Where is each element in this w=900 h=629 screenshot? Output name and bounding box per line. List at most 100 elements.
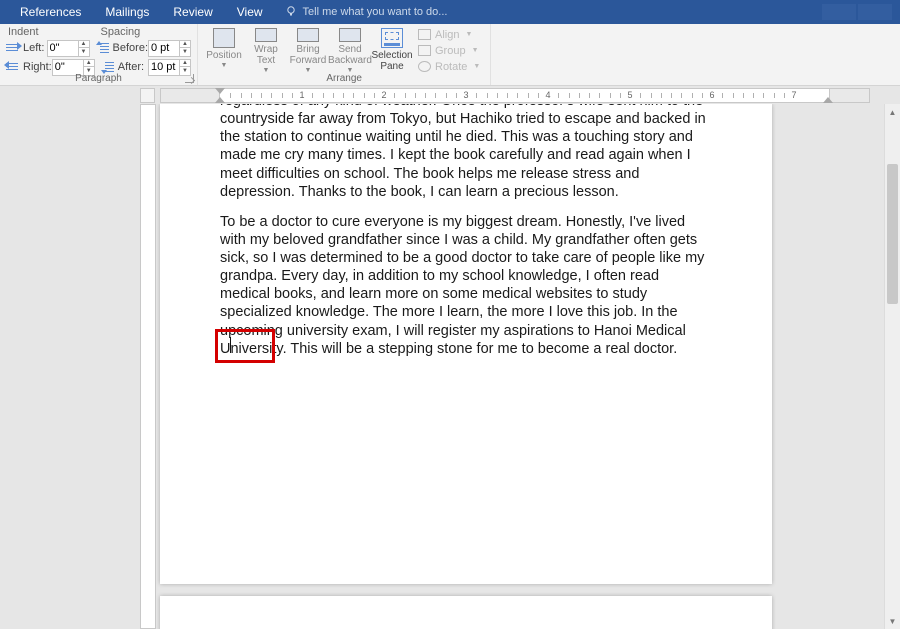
ruler-number: 5 <box>627 90 632 100</box>
ruler-left-margin[interactable] <box>161 89 220 102</box>
chevron-down-icon: ▼ <box>465 31 472 38</box>
tab-selector[interactable] <box>140 88 155 103</box>
vertical-ruler[interactable] <box>140 104 156 629</box>
hanging-indent-marker[interactable] <box>215 97 225 103</box>
ruler-tick <box>435 93 436 98</box>
ruler-tick <box>241 93 242 98</box>
indent-right-label: Right: <box>23 61 52 73</box>
scroll-up-arrow-icon[interactable]: ▲ <box>885 104 900 120</box>
ruler-number: 4 <box>545 90 550 100</box>
ruler-tick <box>251 93 252 98</box>
position-button[interactable]: Position ▼ <box>204 26 244 74</box>
scroll-down-arrow-icon[interactable]: ▼ <box>885 613 900 629</box>
tell-me-search[interactable]: Tell me what you want to do... <box>285 5 448 20</box>
ruler-number: 3 <box>463 90 468 100</box>
document-area: regardless of any kind of weather. Once … <box>0 104 900 629</box>
ruler-tick <box>599 93 600 98</box>
spacing-after-icon <box>101 61 115 73</box>
send-backward-icon <box>339 28 361 42</box>
ruler-tick <box>476 93 477 98</box>
bring-forward-icon <box>297 28 319 42</box>
scrollbar-thumb[interactable] <box>887 164 898 304</box>
indent-left-input[interactable]: ▲▼ <box>47 40 90 57</box>
indent-header: Indent <box>6 26 99 38</box>
body-paragraph[interactable]: To be a doctor to cure everyone is my bi… <box>220 213 712 358</box>
selection-pane-button[interactable]: Selection Pane <box>372 26 412 74</box>
ruler-tick <box>784 93 785 98</box>
chevron-down-icon: ▼ <box>473 63 480 70</box>
spacing-before-value[interactable] <box>149 42 179 54</box>
horizontal-ruler-area: 1234567 <box>0 86 900 104</box>
ruler-tick <box>353 93 354 98</box>
group-arrange-label: Arrange <box>198 73 490 84</box>
ruler-tick <box>661 93 662 98</box>
tab-view[interactable]: View <box>225 0 275 24</box>
ruler-number: 1 <box>299 90 304 100</box>
ruler-tick <box>282 93 283 98</box>
menu-bar: References Mailings Review View Tell me … <box>0 0 900 24</box>
group-objects-button[interactable]: Group ▼ <box>414 43 484 58</box>
spacing-after-value[interactable] <box>149 61 179 73</box>
ruler-tick <box>415 93 416 98</box>
ruler-number: 2 <box>381 90 386 100</box>
bring-forward-button[interactable]: Bring Forward ▼ <box>288 26 328 74</box>
document-page[interactable]: regardless of any kind of weather. Once … <box>160 104 772 584</box>
text-cursor <box>230 337 231 353</box>
indent-right-icon <box>6 61 20 73</box>
ruler-tick <box>333 93 334 98</box>
ruler-tick <box>497 93 498 98</box>
spinner-up-icon[interactable]: ▲ <box>84 60 94 68</box>
ruler-right-margin[interactable] <box>829 89 869 102</box>
ruler-tick <box>271 93 272 98</box>
chevron-down-icon: ▼ <box>472 47 479 54</box>
tab-references[interactable]: References <box>8 0 93 24</box>
body-paragraph[interactable]: regardless of any kind of weather. Once … <box>220 104 712 201</box>
ruler-tick <box>292 93 293 98</box>
ruler-tick <box>753 93 754 98</box>
ruler-tick <box>640 93 641 98</box>
send-backward-button[interactable]: Send Backward ▼ <box>330 26 370 74</box>
ruler-tick <box>446 93 447 98</box>
window-min-button[interactable] <box>822 4 856 20</box>
tab-review[interactable]: Review <box>161 0 224 24</box>
first-line-indent-marker[interactable] <box>215 88 225 94</box>
spinner-down-icon[interactable]: ▼ <box>180 48 190 56</box>
position-icon <box>213 28 235 48</box>
ruler-tick <box>558 93 559 98</box>
ruler-tick <box>425 93 426 98</box>
ribbon: Indent Spacing Left: ▲▼ Before: ▲▼ <box>0 24 900 86</box>
document-page[interactable] <box>160 596 772 629</box>
group-arrange: Position ▼ Wrap Text ▼ Bring Forward ▼ S… <box>198 24 491 85</box>
wrap-text-button[interactable]: Wrap Text ▼ <box>246 26 286 74</box>
spacing-before-label: Before: <box>113 42 148 54</box>
ruler-tick <box>722 93 723 98</box>
lightbulb-icon <box>285 5 297 20</box>
window-max-button[interactable] <box>858 4 892 20</box>
tell-me-placeholder: Tell me what you want to do... <box>303 6 448 18</box>
ruler-tick <box>394 93 395 98</box>
ruler-tick <box>671 93 672 98</box>
align-button[interactable]: Align ▼ <box>414 27 484 42</box>
spacing-before-input[interactable]: ▲▼ <box>148 40 191 57</box>
tab-mailings[interactable]: Mailings <box>93 0 161 24</box>
indent-right-value[interactable] <box>53 61 83 73</box>
spinner-up-icon[interactable]: ▲ <box>180 41 190 49</box>
horizontal-ruler[interactable]: 1234567 <box>160 88 870 103</box>
indent-left-value[interactable] <box>48 42 78 54</box>
ruler-tick <box>312 93 313 98</box>
spinner-up-icon[interactable]: ▲ <box>180 60 190 68</box>
ruler-tick <box>343 93 344 98</box>
window-buttons <box>822 4 892 20</box>
vertical-scrollbar[interactable]: ▲ ▼ <box>884 104 900 629</box>
rotate-button[interactable]: Rotate ▼ <box>414 59 484 74</box>
spinner-up-icon[interactable]: ▲ <box>79 41 89 49</box>
ruler-tick <box>405 93 406 98</box>
ruler-tick <box>702 93 703 98</box>
ruler-number: 6 <box>709 90 714 100</box>
spinner-down-icon[interactable]: ▼ <box>79 48 89 56</box>
right-indent-marker[interactable] <box>823 97 833 103</box>
ruler-tick <box>743 93 744 98</box>
align-icon <box>418 29 431 40</box>
paragraph-dialog-launcher[interactable] <box>185 74 194 83</box>
ruler-tick <box>681 93 682 98</box>
